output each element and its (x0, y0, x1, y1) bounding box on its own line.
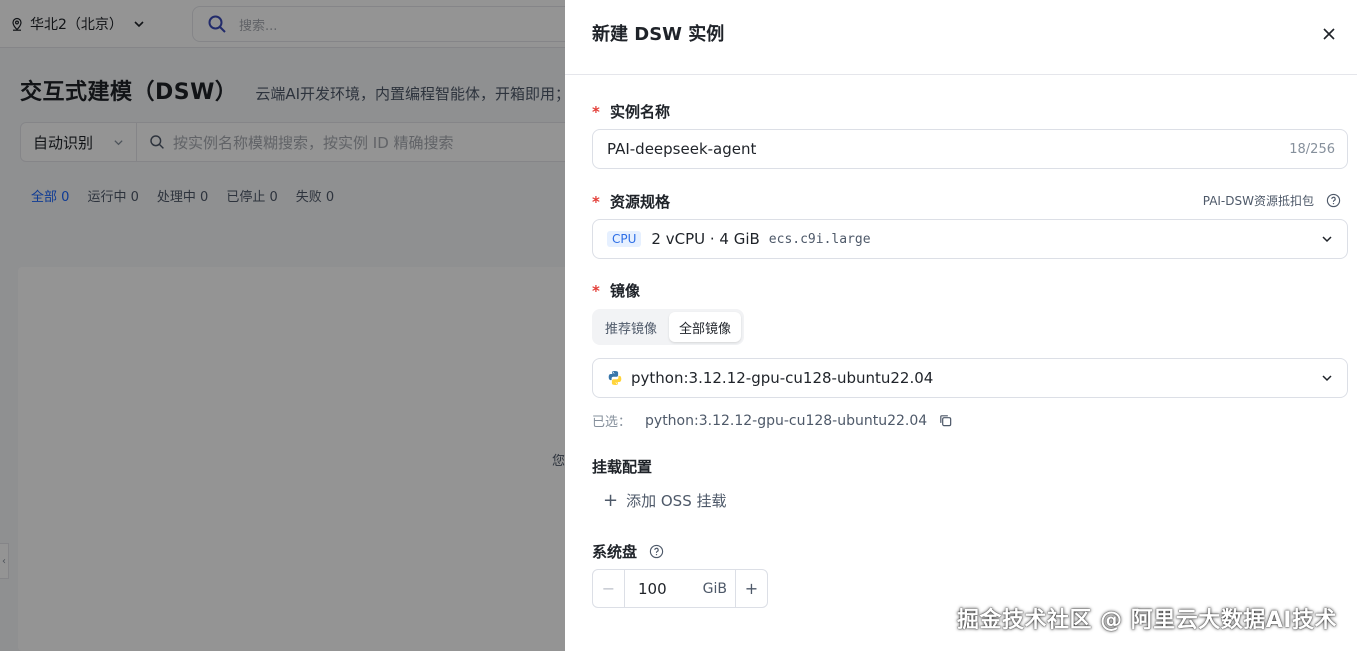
chevron-down-icon (1322, 375, 1332, 382)
image-value: python:3.12.12-gpu-cu128-ubuntu22.04 (631, 369, 934, 387)
resource-spec-label: * 资源规格 (592, 192, 671, 212)
instance-name-input[interactable]: PAI-deepseek-agent 18/256 (592, 129, 1348, 169)
increment-button[interactable]: + (735, 570, 767, 607)
system-disk-value: 100 (638, 579, 667, 598)
tab-all-images[interactable]: 全部镜像 (669, 312, 742, 342)
system-disk-label: 系统盘 (592, 541, 664, 562)
resource-package-link[interactable]: PAI-DSW资源抵扣包 (1203, 192, 1341, 209)
resource-spec-select[interactable]: CPU 2 vCPU · 4 GiB ecs.c9i.large (592, 219, 1348, 259)
mount-config-label: 挂载配置 (592, 458, 653, 476)
watermark: 掘金技术社区 @ 阿里云大数据AI技术 (956, 608, 1337, 633)
image-label: * 镜像 (592, 281, 641, 301)
instance-name-label: * 实例名称 (592, 102, 671, 122)
required-mark: * (592, 281, 600, 300)
system-disk-unit: GiB (702, 580, 727, 597)
decrement-button[interactable]: − (593, 570, 625, 607)
add-oss-label: 添加 OSS 挂载 (626, 492, 727, 510)
selected-label: 已选： (592, 415, 632, 430)
cpu-tag: CPU (607, 231, 642, 247)
add-oss-mount-button[interactable]: + 添加 OSS 挂载 (603, 490, 726, 511)
image-select[interactable]: python:3.12.12-gpu-cu128-ubuntu22.04 (592, 358, 1348, 398)
help-circle-icon[interactable] (1326, 193, 1341, 208)
system-disk-input[interactable]: 100 GiB (625, 570, 735, 607)
instance-type: ecs.c9i.large (768, 231, 871, 247)
required-mark: * (592, 102, 600, 121)
system-disk-stepper: − 100 GiB + (592, 569, 768, 608)
chevron-down-icon (1322, 236, 1332, 243)
plus-icon: + (603, 489, 619, 511)
drawer-title: 新建 DSW 实例 (592, 24, 725, 45)
selected-image-row: 已选： python:3.12.12-gpu-cu128-ubuntu22.04 (592, 411, 953, 430)
minus-icon: − (601, 579, 616, 598)
spec-summary: 2 vCPU · 4 GiB (651, 230, 760, 248)
close-icon[interactable] (1321, 26, 1337, 42)
copy-icon[interactable] (938, 413, 953, 428)
help-circle-icon[interactable] (649, 544, 664, 559)
instance-name-value: PAI-deepseek-agent (607, 140, 757, 158)
image-tabs: 推荐镜像 全部镜像 (592, 309, 745, 345)
plus-icon: + (744, 579, 759, 598)
create-instance-drawer: 新建 DSW 实例 * 实例名称 PAI-deepseek-agent 18/2… (565, 0, 1357, 651)
drawer-header: 新建 DSW 实例 (565, 0, 1357, 75)
tab-recommended-images[interactable]: 推荐镜像 (595, 312, 667, 342)
python-logo-icon (608, 371, 622, 385)
required-mark: * (592, 192, 600, 211)
char-counter: 18/256 (1289, 141, 1335, 157)
selected-image-text: python:3.12.12-gpu-cu128-ubuntu22.04 (645, 412, 928, 429)
